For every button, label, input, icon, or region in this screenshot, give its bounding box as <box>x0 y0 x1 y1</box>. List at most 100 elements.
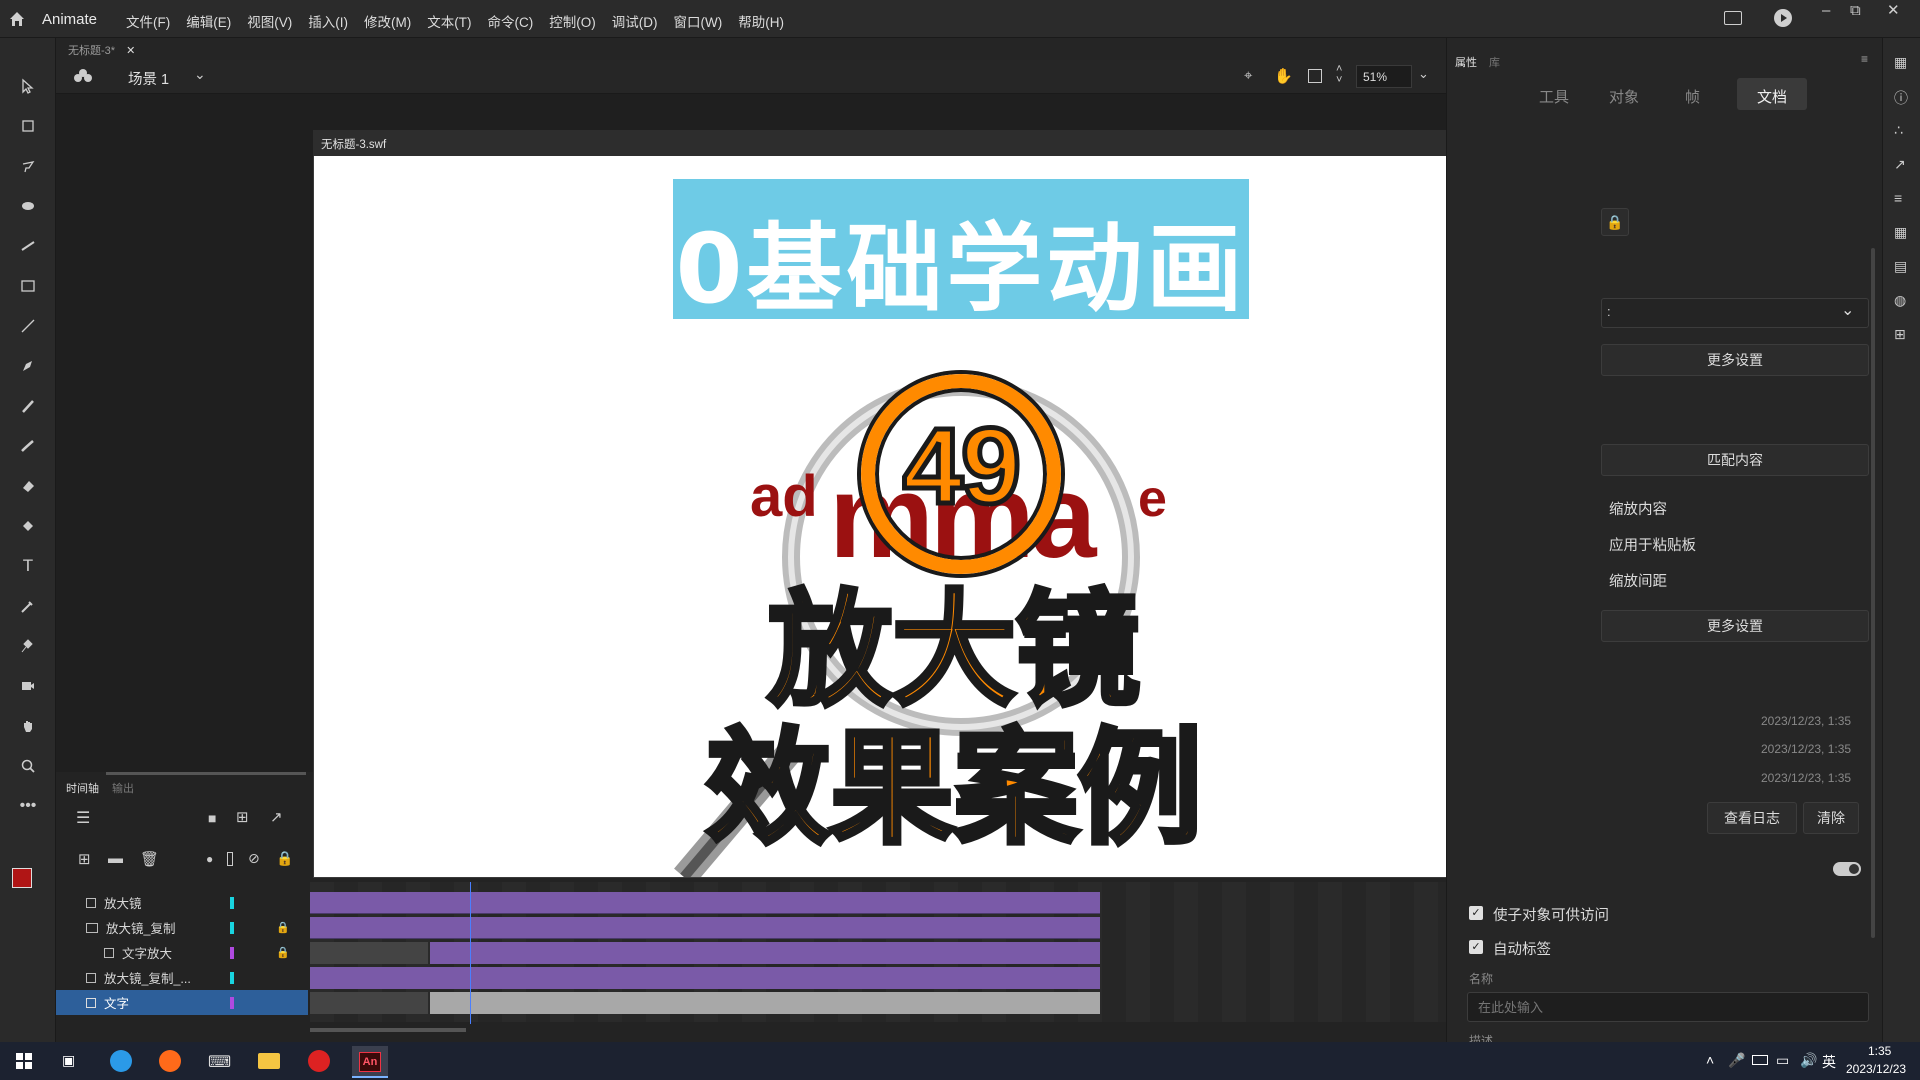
visibility-icon[interactable]: ⊘ <box>248 850 260 867</box>
paint-bucket-tool-icon[interactable] <box>14 512 42 540</box>
tab-frame[interactable]: 帧 <box>1685 86 1700 107</box>
clip-content-icon[interactable] <box>1308 69 1322 83</box>
layer-row[interactable]: 放大镜_复制 🔒 <box>56 915 308 940</box>
clock-date[interactable]: 2023/12/23 <box>1846 1062 1906 1076</box>
scale-spacing-label[interactable]: 缩放间距 <box>1609 570 1667 591</box>
layers-icon[interactable]: ☰ <box>76 808 90 828</box>
microphone-icon[interactable]: 🎤 <box>1728 1052 1745 1069</box>
stage-hand-icon[interactable]: ✋ <box>1274 67 1293 85</box>
playhead[interactable] <box>470 882 471 1024</box>
menu-text[interactable]: 文本(T) <box>427 11 471 31</box>
menu-edit[interactable]: 编辑(E) <box>186 11 231 31</box>
graph-icon[interactable]: ↗ <box>270 808 283 826</box>
file-explorer-icon[interactable] <box>258 1053 280 1069</box>
minimize-icon[interactable]: – <box>1822 2 1830 19</box>
clear-button[interactable]: 清除 <box>1803 802 1859 834</box>
menu-commands[interactable]: 命令(C) <box>488 11 534 31</box>
swf-window-titlebar[interactable]: 无标题-3.swf – ✕ <box>313 130 1597 156</box>
document-tab[interactable]: 无标题-3* ✕ <box>68 42 135 58</box>
panel-scrollbar[interactable] <box>1871 248 1875 938</box>
scale-content-label[interactable]: 缩放内容 <box>1609 498 1667 519</box>
menu-file[interactable]: 文件(F) <box>126 11 170 31</box>
tab-output[interactable]: 输出 <box>112 780 134 796</box>
info-panel-icon[interactable]: ⓘ <box>1894 88 1908 108</box>
network-icon[interactable]: ▭ <box>1776 1052 1789 1069</box>
eyedropper-tool-icon[interactable] <box>14 592 42 620</box>
edit-symbols-icon[interactable] <box>74 68 92 87</box>
brush-tool-icon[interactable] <box>14 392 42 420</box>
name-input[interactable] <box>1467 992 1869 1022</box>
more-settings-button[interactable]: 更多设置 <box>1601 344 1869 376</box>
match-content-button[interactable]: 匹配内容 <box>1601 444 1869 476</box>
pin-tool-icon[interactable] <box>14 632 42 660</box>
graph-panel-icon[interactable]: ↗ <box>1894 156 1906 173</box>
view-log-button[interactable]: 查看日志 <box>1707 802 1797 834</box>
edge-browser-icon[interactable] <box>110 1050 132 1072</box>
task-view-icon[interactable]: ▣ <box>62 1052 75 1069</box>
clock-time[interactable]: 1:35 <box>1868 1044 1891 1058</box>
layer-row[interactable]: 文字放大 🔒 <box>56 940 308 965</box>
menu-insert[interactable]: 插入(I) <box>308 11 348 31</box>
tween-span[interactable] <box>310 917 1100 939</box>
stroke-color-swatch[interactable] <box>12 868 32 888</box>
windows-start-icon[interactable] <box>16 1053 32 1072</box>
parent-view-icon[interactable]: ⊞ <box>236 808 249 826</box>
settings-dropdown[interactable] <box>1601 298 1869 328</box>
camera-tool-icon[interactable] <box>14 672 42 700</box>
outline-icon[interactable] <box>227 852 233 866</box>
new-folder-icon[interactable]: ▬ <box>108 850 123 867</box>
menu-control[interactable]: 控制(O) <box>549 11 596 31</box>
home-icon[interactable] <box>8 10 26 28</box>
static-span[interactable] <box>430 992 1100 1014</box>
restore-icon[interactable]: ⧉ <box>1850 2 1861 19</box>
menu-debug[interactable]: 调试(D) <box>612 11 658 31</box>
more-settings-button-2[interactable]: 更多设置 <box>1601 610 1869 642</box>
tween-span[interactable] <box>430 942 1100 964</box>
accessibility-toggle[interactable] <box>1833 862 1861 876</box>
tween-span[interactable] <box>310 892 1100 914</box>
more-tools-icon[interactable]: ••• <box>14 792 42 820</box>
align-panel-icon[interactable]: ≡ <box>1894 190 1902 206</box>
hand-tool-icon[interactable] <box>14 712 42 740</box>
menu-help[interactable]: 帮助(H) <box>738 11 784 31</box>
tab-properties[interactable]: 属性 <box>1455 54 1477 70</box>
selection-tool-icon[interactable] <box>14 72 42 100</box>
tab-object[interactable]: 对象 <box>1609 86 1639 107</box>
text-tool-icon[interactable]: T <box>14 552 42 580</box>
keyframe-span[interactable] <box>310 942 428 964</box>
layer-lock-icon[interactable]: 🔒 <box>276 921 290 934</box>
zoom-field[interactable]: 51% <box>1356 65 1412 88</box>
accessible-checkbox[interactable]: ✓ <box>1469 906 1483 920</box>
volume-icon[interactable]: 🔊 <box>1800 1052 1817 1069</box>
lasso-tool-icon[interactable] <box>14 152 42 180</box>
properties-panel-icon[interactable]: ▦ <box>1894 54 1907 71</box>
line-tool-icon[interactable] <box>14 312 42 340</box>
tab-tool[interactable]: 工具 <box>1539 86 1569 107</box>
zoom-dropdown-icon[interactable]: ⌄ <box>1418 66 1429 82</box>
layer-lock-icon[interactable]: 🔒 <box>276 946 290 959</box>
pen-tool-icon[interactable] <box>14 352 42 380</box>
keyframe-span[interactable] <box>310 992 428 1014</box>
bone-tool-icon[interactable] <box>14 232 42 260</box>
rectangle-tool-icon[interactable] <box>14 272 42 300</box>
3d-rotation-tool-icon[interactable] <box>14 192 42 220</box>
layer-row-selected[interactable]: 文字 <box>56 990 308 1015</box>
tab-close-icon[interactable]: ✕ <box>126 45 135 57</box>
battery-icon[interactable] <box>1752 1055 1768 1065</box>
panel-menu-icon[interactable]: ≡ <box>1861 52 1868 66</box>
swatches-panel-icon[interactable]: ▦ <box>1894 224 1907 241</box>
layer-row[interactable]: 放大镜_复制_... <box>56 965 308 990</box>
scene-panel-icon[interactable]: ▤ <box>1894 258 1907 275</box>
tray-chevron-icon[interactable]: ˄ <box>1706 1052 1714 1068</box>
free-transform-tool-icon[interactable] <box>14 112 42 140</box>
tween-span[interactable] <box>310 967 1100 989</box>
camera-layer-icon[interactable]: ■ <box>208 810 216 826</box>
lock-button[interactable]: 🔒 <box>1601 208 1629 236</box>
menu-view[interactable]: 视图(V) <box>247 11 292 31</box>
lock-all-icon[interactable]: 🔒 <box>276 850 293 867</box>
motion-panel-icon[interactable]: ∴ <box>1894 122 1903 139</box>
media-app-icon[interactable] <box>308 1050 330 1072</box>
new-layer-icon[interactable]: ⊞ <box>78 850 91 868</box>
keyboard-icon[interactable]: ⌨ <box>208 1052 231 1072</box>
apply-clipboard-label[interactable]: 应用于粘贴板 <box>1609 534 1696 555</box>
